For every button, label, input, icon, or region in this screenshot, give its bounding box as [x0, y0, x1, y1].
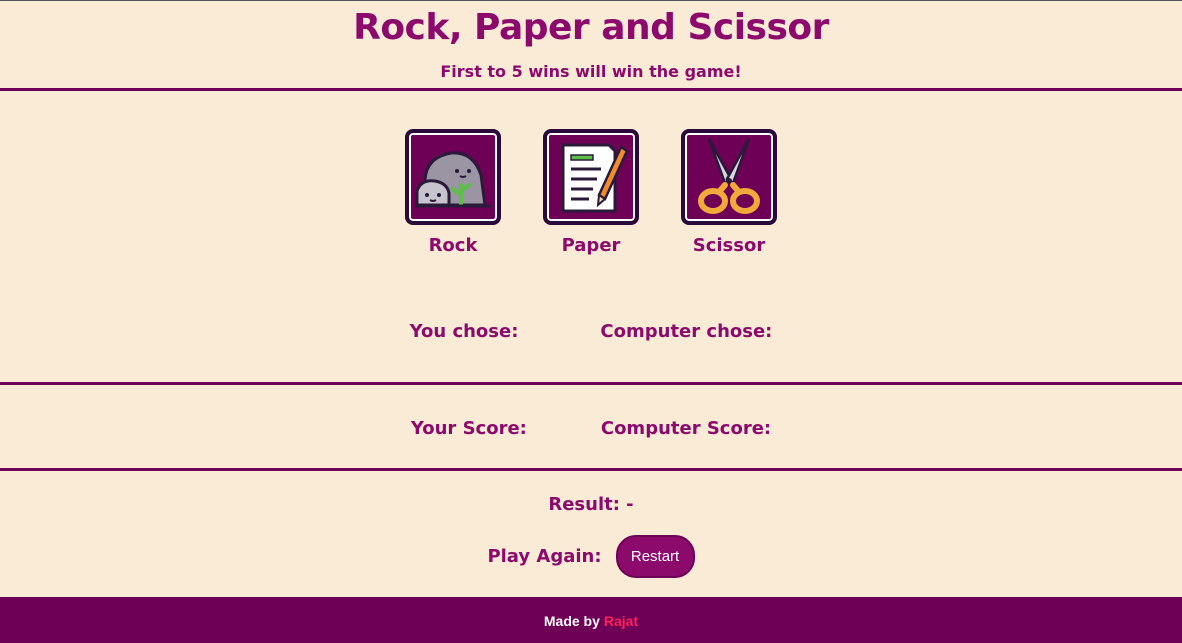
you-chose-label: You chose:: [409, 321, 519, 342]
score-row: Your Score: Computer Score:: [0, 418, 1182, 439]
selection-row: You chose: Computer chose:: [0, 321, 1182, 342]
scissor-label: Scissor: [692, 235, 766, 256]
computer-score-label: Computer Score:: [600, 418, 772, 439]
your-score-label: Your Score:: [410, 418, 527, 439]
rock-button[interactable]: [405, 129, 501, 225]
scissor-icon: [698, 138, 760, 214]
rock-label: Rock: [428, 235, 478, 256]
score-divider: [0, 468, 1182, 471]
scissor-choice[interactable]: Scissor: [681, 129, 777, 256]
paper-choice[interactable]: Paper: [543, 129, 639, 256]
rock-icon: [415, 151, 491, 208]
choice-list: Rock Paper Scissor: [0, 129, 1182, 256]
made-by-text: Made by: [543, 612, 600, 629]
restart-button[interactable]: Restart: [615, 535, 695, 578]
paper-button[interactable]: [543, 129, 639, 225]
play-again-row: Play Again: Restart: [0, 535, 1182, 578]
page-header: Rock, Paper and Scissor First to 5 wins …: [0, 1, 1182, 91]
paper-label: Paper: [561, 235, 621, 256]
computer-chose-label: Computer chose:: [600, 321, 773, 342]
page-title: Rock, Paper and Scissor: [353, 7, 829, 48]
result-text: Result: -: [548, 494, 634, 515]
page-footer: Made by Rajat: [0, 597, 1182, 643]
play-again-label: Play Again:: [487, 546, 602, 567]
rock-choice[interactable]: Rock: [405, 129, 501, 256]
selection-divider: [0, 382, 1182, 385]
page-subtitle: First to 5 wins will win the game!: [440, 62, 742, 81]
paper-icon: [561, 143, 629, 213]
scissor-button[interactable]: [681, 129, 777, 225]
author-link[interactable]: Rajat: [604, 613, 638, 629]
